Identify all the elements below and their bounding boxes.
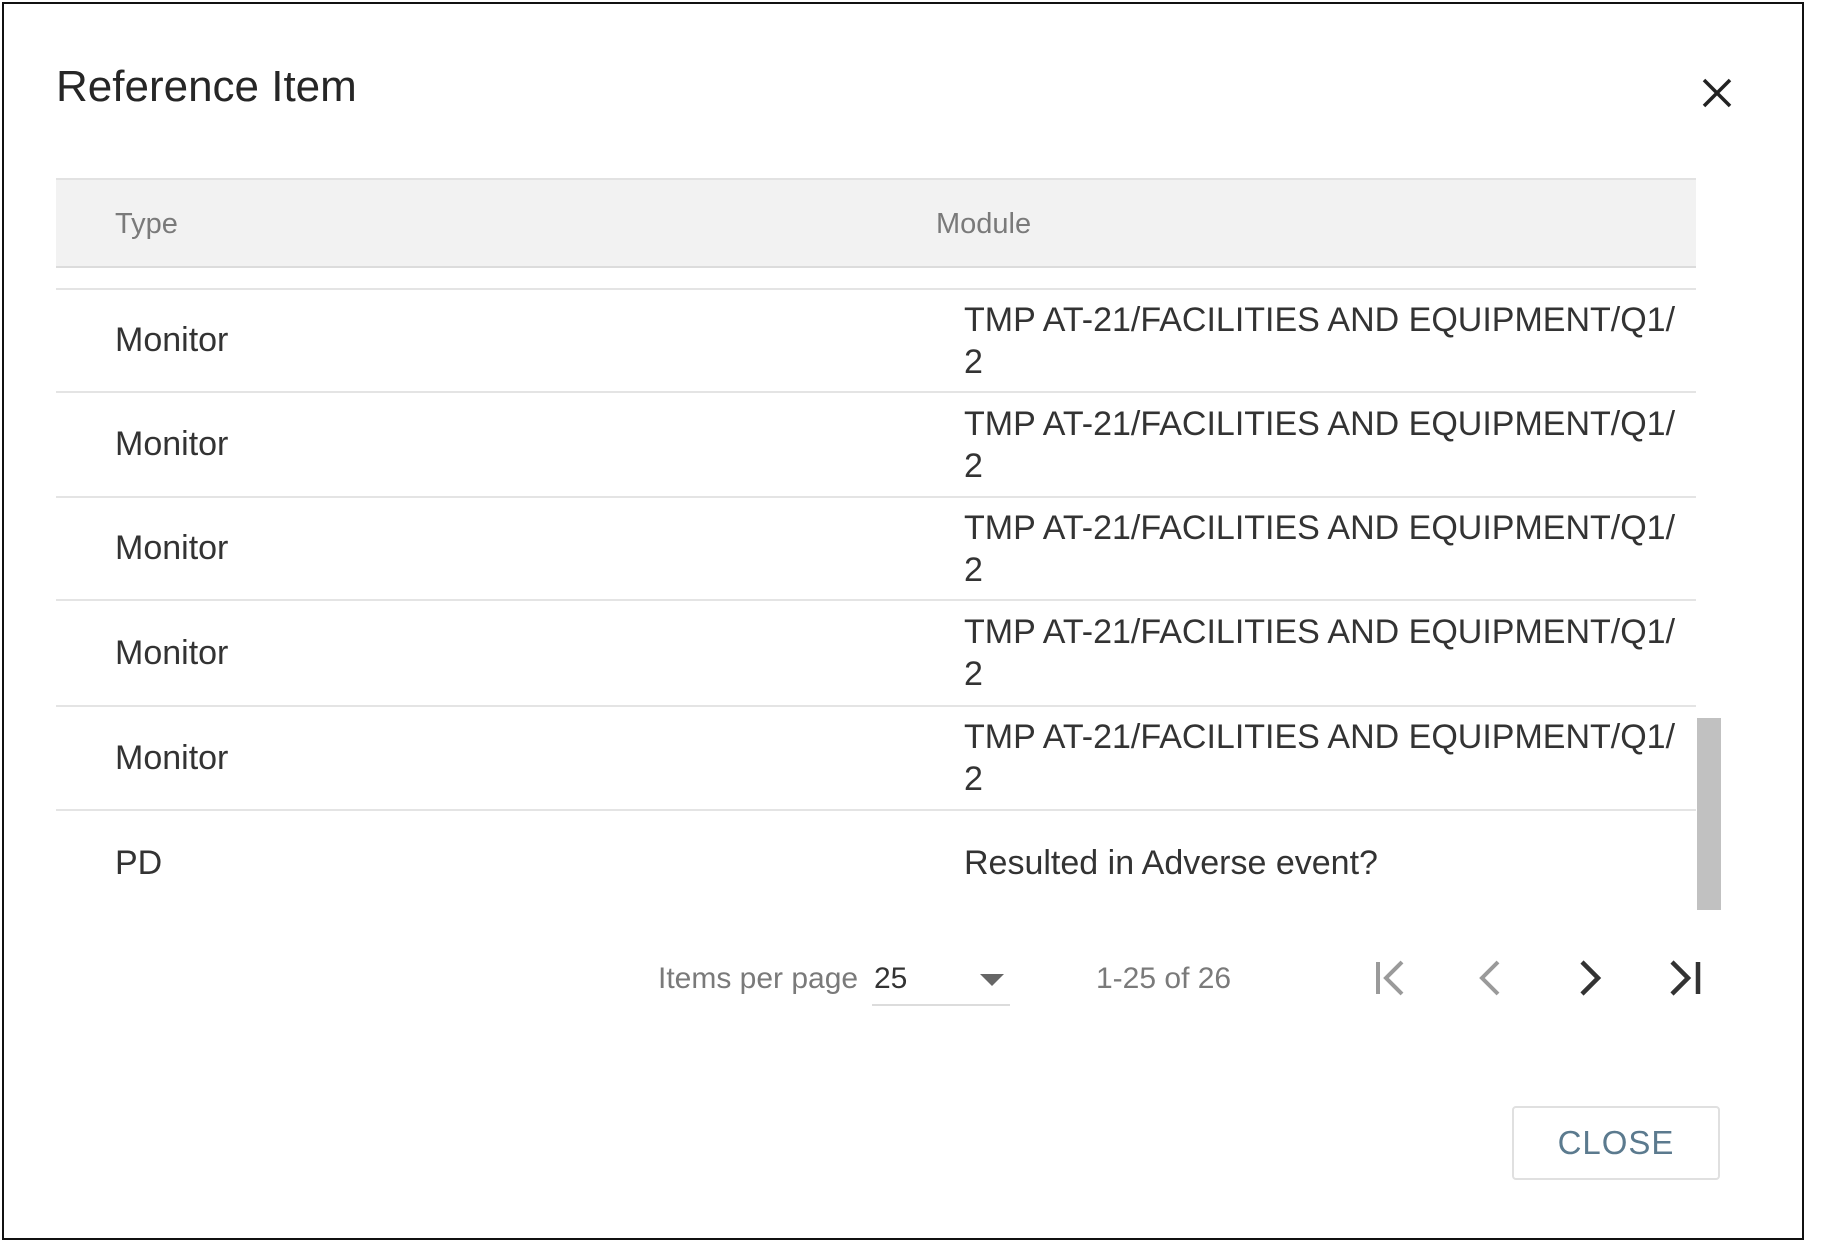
range-label: 1-25 of 26	[1096, 962, 1232, 995]
module-cell: TMP AT-21/FACILITIES AND EQUIPMENT/Q1/ 2	[964, 718, 1676, 798]
items-per-page-select[interactable]: 25	[872, 954, 1010, 1006]
paginator: Items per page 25 1-25 of 26	[4, 944, 1802, 1024]
table-row[interactable]: Monitor TMP AT-21/FACILITIES AND EQUIPME…	[56, 393, 1696, 498]
column-header-module[interactable]: Module	[936, 208, 1031, 241]
type-cell: Monitor	[115, 529, 229, 567]
dialog-title: Reference Item	[56, 62, 357, 111]
items-per-page-value: 25	[874, 962, 908, 995]
chevron-down-icon	[980, 974, 1004, 993]
type-cell: Monitor	[115, 425, 229, 463]
first-page-icon[interactable]	[1360, 948, 1420, 1008]
last-page-icon[interactable]	[1656, 948, 1716, 1008]
close-icon[interactable]	[1694, 70, 1740, 116]
type-cell: Monitor	[115, 633, 229, 672]
items-per-page-label: Items per page	[658, 962, 859, 995]
module-cell: 2	[964, 268, 1684, 288]
table-row[interactable]: Monitor TMP AT-21/FACILITIES AND EQUIPME…	[56, 498, 1696, 601]
scrollbar-thumb[interactable]	[1697, 718, 1721, 910]
close-button[interactable]: CLOSE	[1512, 1106, 1720, 1180]
table-row[interactable]: 2	[56, 268, 1696, 290]
module-cell: TMP AT-21/FACILITIES AND EQUIPMENT/Q1/ 2	[964, 404, 1676, 485]
column-header-type[interactable]: Type	[115, 208, 178, 241]
module-cell: TMP AT-21/FACILITIES AND EQUIPMENT/Q1/ 2	[964, 508, 1676, 589]
table-body[interactable]: 2 Monitor TMP AT-21/FACILITIES AND EQUIP…	[56, 268, 1696, 910]
table-row[interactable]: Monitor TMP AT-21/FACILITIES AND EQUIPME…	[56, 601, 1696, 707]
reference-item-dialog: Reference Item Type Module 2 Monitor TMP…	[2, 2, 1804, 1240]
module-cell: TMP AT-21/FACILITIES AND EQUIPMENT/Q1/ 2	[964, 300, 1676, 381]
type-cell: Monitor	[115, 738, 229, 777]
next-page-icon[interactable]	[1560, 948, 1620, 1008]
module-cell: Resulted in Adverse event?	[964, 844, 1378, 882]
table-rows: 2 Monitor TMP AT-21/FACILITIES AND EQUIP…	[56, 268, 1696, 910]
table-header: Type Module	[56, 178, 1696, 268]
table-row[interactable]: Monitor TMP AT-21/FACILITIES AND EQUIPME…	[56, 707, 1696, 811]
previous-page-icon[interactable]	[1460, 948, 1520, 1008]
type-cell: PD	[115, 843, 163, 882]
type-cell: Monitor	[115, 321, 229, 359]
module-cell: TMP AT-21/FACILITIES AND EQUIPMENT/Q1/ 2	[964, 613, 1676, 693]
table-row[interactable]: Monitor TMP AT-21/FACILITIES AND EQUIPME…	[56, 290, 1696, 393]
table-row[interactable]: PD Resulted in Adverse event?	[56, 811, 1696, 910]
